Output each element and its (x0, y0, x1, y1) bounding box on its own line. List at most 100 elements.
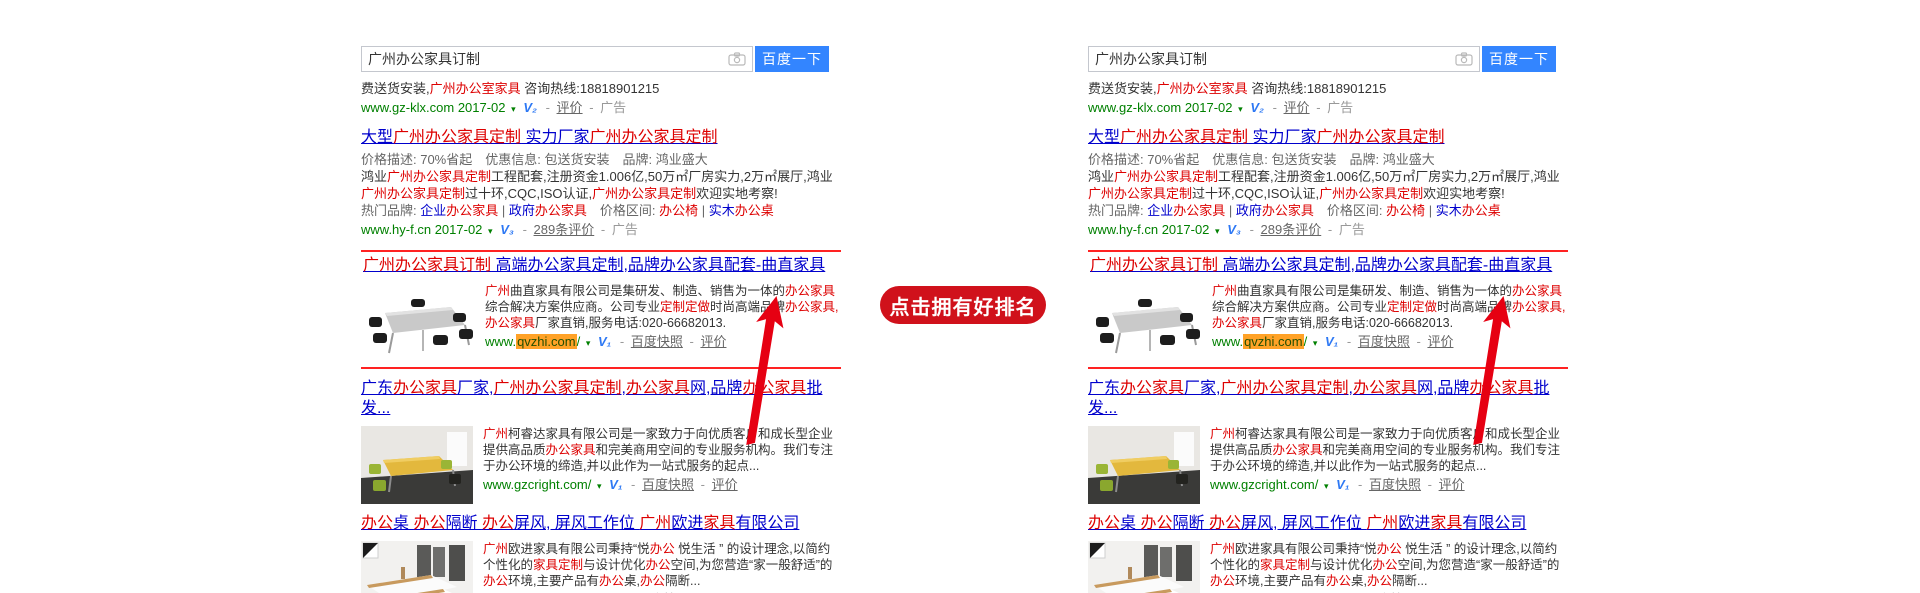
caret-down-icon[interactable]: ▾ (597, 481, 602, 491)
serp-panel-left: 广州办公家具订制 百度一下 费送货安装,广州办公室家具 咨询热线:1881890… (361, 0, 841, 593)
serp-panel: 广州办公家具订制 百度一下 费送货安装,广州办公室家具 咨询热线:1881890… (361, 46, 841, 593)
camera-icon[interactable] (728, 52, 746, 66)
review-link[interactable]: 评价 (1284, 100, 1310, 115)
search-result: 办公桌 办公隔断 办公屏风, 屏风工作位 广州欧进家具有限公司 (1088, 514, 1568, 593)
baidu-verify-badge: V₁ (1325, 334, 1338, 349)
result-date: 2017-02 (435, 222, 483, 237)
search-button[interactable]: 百度一下 (1482, 46, 1556, 72)
result-meta-line: www.hy-f.cn 2017-02 ▾ V₃ - 289条评价 - 广告 (1088, 221, 1568, 240)
review-link[interactable]: 评价 (1439, 477, 1465, 492)
result-hot-links[interactable]: 热门品牌: 企业办公家具 | 政府办公家具 价格区间: 办公椅 | 实木办公桌 (361, 202, 841, 219)
result-title-link[interactable]: 广州办公家具订制 高端办公家具定制,品牌办公家具配套-曲直家具 (1090, 256, 1552, 276)
baidu-snapshot-link[interactable]: 百度快照 (631, 334, 683, 349)
baidu-verify-badge: V₂ (1250, 100, 1264, 115)
result-url[interactable]: www.gzcright.com/ (483, 477, 591, 492)
separator: - (689, 334, 693, 349)
result-url-suffix[interactable]: / (577, 334, 581, 349)
result-title-link[interactable]: 广州办公家具订制 高端办公家具定制,品牌办公家具配套-曲直家具 (363, 256, 825, 276)
result-body: 广州欧进家具有限公司秉持“悦办公 悦生活 ” 的设计理念,以简约个性化的家具定制… (483, 541, 841, 593)
review-link[interactable]: 评价 (557, 100, 583, 115)
results-list: 费送货安装,广州办公室家具 咨询热线:18818901215 www.gz-kl… (361, 80, 841, 593)
result-meta-line: www.gz-klx.com 2017-02 ▾ V₂ - 评价 - 广告 (1088, 99, 1568, 118)
search-input[interactable]: 广州办公家具订制 (1088, 46, 1480, 72)
baidu-verify-badge: V₁ (598, 334, 611, 349)
result-snippet: 广州柯睿达家具有限公司是一家致力于向优质客户和成长型企业提供高品质办公家具和完美… (483, 426, 841, 474)
result-url[interactable]: www.gz-klx.com (361, 100, 454, 115)
separator: - (1250, 222, 1254, 237)
separator: - (620, 334, 624, 349)
result-url[interactable]: www.hy-f.cn (1088, 222, 1158, 237)
review-link[interactable]: 评价 (712, 477, 738, 492)
search-result: 广东办公家具厂家,广州办公家具定制,办公家具网,品牌办公家具批发... (361, 379, 841, 504)
ad-tag: 广告 (1327, 100, 1353, 115)
review-link[interactable]: 评价 (1427, 334, 1453, 349)
search-result: 广东办公家具厂家,广州办公家具定制,办公家具网,品牌办公家具批发... (1088, 379, 1568, 504)
result-body: 广州欧进家具有限公司秉持“悦办公 悦生活 ” 的设计理念,以简约个性化的家具定制… (1210, 541, 1568, 593)
result-title-link[interactable]: 广东办公家具厂家,广州办公家具定制,办公家具网,品牌办公家具批发... (361, 379, 841, 419)
ad-tag: 广告 (600, 100, 626, 115)
result-title-link[interactable]: 办公桌 办公隔断 办公屏风, 屏风工作位 广州欧进家具有限公司 (361, 514, 799, 534)
result-url[interactable]: www.gz-klx.com (1088, 100, 1181, 115)
baidu-verify-badge: V₁ (609, 477, 622, 492)
result-url[interactable]: www.hy-f.cn (361, 222, 431, 237)
result-domain-highlight[interactable]: qvzhi.com (516, 334, 577, 349)
search-result-highlighted: 广州办公家具订制 高端办公家具定制,品牌办公家具配套-曲直家具 (361, 250, 841, 369)
result-hot-links[interactable]: 热门品牌: 企业办公家具 | 政府办公家具 价格区间: 办公椅 | 实木办公桌 (1088, 202, 1568, 219)
search-result-ad: 大型广州办公家具定制 实力厂家广州办公家具定制 价格描述: 70%省起 优惠信息… (361, 128, 841, 240)
separator: - (523, 222, 527, 237)
search-button[interactable]: 百度一下 (755, 46, 829, 72)
caret-down-icon[interactable]: ▾ (1313, 338, 1318, 348)
caret-down-icon[interactable]: ▾ (586, 338, 591, 348)
result-title-link[interactable]: 大型广州办公家具定制 实力厂家广州办公家具定制 (1088, 128, 1445, 148)
search-result-ad-partial: 费送货安装,广州办公室家具 咨询热线:18818901215 www.gz-kl… (361, 80, 841, 118)
separator: - (1316, 100, 1320, 115)
caret-down-icon[interactable]: ▾ (1215, 226, 1220, 236)
result-url-prefix[interactable]: www. (485, 334, 516, 349)
separator: - (1328, 222, 1332, 237)
result-meta-line: www.hy-f.cn 2017-02 ▾ V₃ - 289条评价 - 广告 (361, 221, 841, 240)
caret-down-icon[interactable]: ▾ (511, 104, 516, 114)
baidu-snapshot-link[interactable]: 百度快照 (642, 477, 694, 492)
search-bar: 广州办公家具订制 百度一下 (361, 46, 841, 72)
search-query-text: 广州办公家具订制 (1095, 49, 1451, 69)
camera-icon[interactable] (1455, 52, 1473, 66)
baidu-verify-badge: V₂ (523, 100, 537, 115)
separator: - (701, 477, 705, 492)
ad-tag: 广告 (612, 222, 638, 237)
result-body: 广州曲直家具有限公司是集研发、制造、销售为一体的办公家具综合解决方案供应商。公司… (1212, 283, 1566, 361)
result-url-suffix[interactable]: / (1304, 334, 1308, 349)
serp-panel: 广州办公家具订制 百度一下 费送货安装,广州办公室家具 咨询热线:1881890… (1088, 46, 1568, 593)
caret-down-icon[interactable]: ▾ (1324, 481, 1329, 491)
baidu-verify-badge: V₃ (500, 222, 514, 237)
cta-button[interactable]: 点击拥有好排名 (880, 286, 1046, 324)
result-attributes: 价格描述: 70%省起 优惠信息: 包送货安装 品牌: 鸿业盛大 (1088, 151, 1568, 168)
result-url[interactable]: www.gzcright.com/ (1210, 477, 1318, 492)
caret-down-icon[interactable]: ▾ (488, 226, 493, 236)
result-title-link[interactable]: 广东办公家具厂家,广州办公家具定制,办公家具网,品牌办公家具批发... (1088, 379, 1568, 419)
result-domain-highlight[interactable]: qvzhi.com (1243, 334, 1304, 349)
reviews-count-link[interactable]: 289条评价 (534, 222, 595, 237)
result-title-link[interactable]: 办公桌 办公隔断 办公屏风, 屏风工作位 广州欧进家具有限公司 (1088, 514, 1526, 534)
reviews-count-link[interactable]: 289条评价 (1261, 222, 1322, 237)
result-meta-line: www.qvzhi.com/ ▾ V₁ - 百度快照 - 评价 (485, 333, 839, 352)
review-link[interactable]: 评价 (700, 334, 726, 349)
result-date: 2017-02 (458, 100, 506, 115)
search-input[interactable]: 广州办公家具订制 (361, 46, 753, 72)
search-result: 办公桌 办公隔断 办公屏风, 屏风工作位 广州欧进家具有限公司 (361, 514, 841, 593)
separator: - (1358, 477, 1362, 492)
caret-down-icon[interactable]: ▾ (1238, 104, 1243, 114)
result-title-link[interactable]: 大型广州办公家具定制 实力厂家广州办公家具定制 (361, 128, 718, 148)
result-date: 2017-02 (1185, 100, 1233, 115)
result-snippet: 广州欧进家具有限公司秉持“悦办公 悦生活 ” 的设计理念,以简约个性化的家具定制… (1210, 541, 1568, 589)
baidu-snapshot-link[interactable]: 百度快照 (1369, 477, 1421, 492)
result-thumbnail-workstations (1088, 541, 1200, 593)
result-attributes: 价格描述: 70%省起 优惠信息: 包送货安装 品牌: 鸿业盛大 (361, 151, 841, 168)
result-url-prefix[interactable]: www. (1212, 334, 1243, 349)
result-body: 广州柯睿达家具有限公司是一家致力于向优质客户和成长型企业提供高品质办公家具和完美… (483, 426, 841, 504)
result-meta-line: www.qvzhi.com/ ▾ V₁ - 百度快照 - 评价 (1212, 333, 1566, 352)
search-result-ad-partial: 费送货安装,广州办公室家具 咨询热线:18818901215 www.gz-kl… (1088, 80, 1568, 118)
result-snippet: 鸿业广州办公家具定制工程配套,注册资金1.006亿,50万㎡厂房实力,2万㎡展厅… (1088, 168, 1568, 202)
result-meta-line: www.gz-klx.com 2017-02 ▾ V₂ - 评价 - 广告 (361, 99, 841, 118)
baidu-verify-badge: V₁ (1336, 477, 1349, 492)
baidu-snapshot-link[interactable]: 百度快照 (1358, 334, 1410, 349)
